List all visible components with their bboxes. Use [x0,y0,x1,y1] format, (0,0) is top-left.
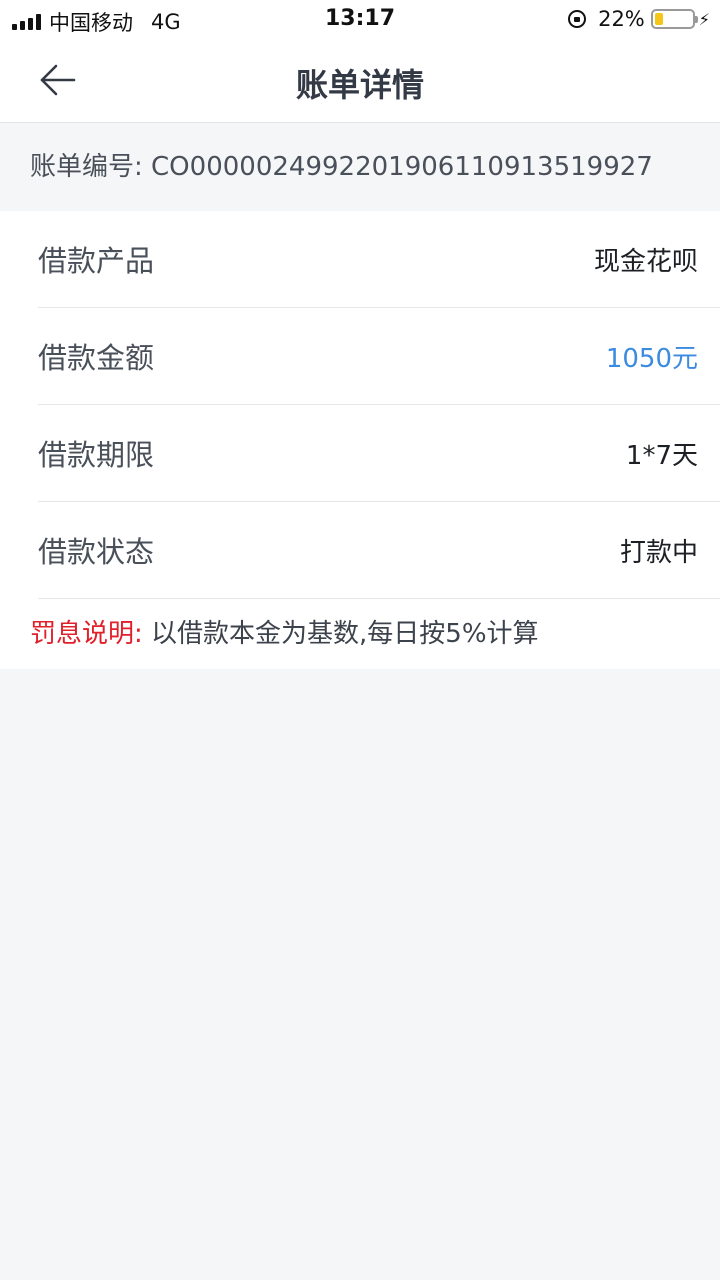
detail-row-product: 借款产品 现金花呗 [38,211,720,308]
nav-bar: 账单详情 [0,40,720,123]
detail-label: 借款状态 [38,535,155,569]
battery-fill [654,13,663,25]
battery-icon [650,9,698,29]
arrow-left-icon [40,64,76,96]
detail-value: 1*7天 [625,440,698,471]
penalty-text: 以借款本金为基数,每日按5%计算 [142,619,539,649]
status-right: 22% ⚡ [568,7,710,31]
bill-number-value: CO0000024992201906110913519927 [151,152,653,182]
bill-number: 账单编号: CO0000024992201906110913519927 [0,123,720,211]
detail-row-amount: 借款金额 1050元 [38,308,720,405]
detail-label: 借款期限 [38,438,155,472]
back-button[interactable] [36,58,80,102]
status-bar: 中国移动 4G 13:17 22% ⚡ [0,0,720,40]
charging-icon: ⚡ [698,9,710,29]
detail-value-amount: 1050元 [605,343,698,374]
detail-row-status: 借款状态 打款中 [38,502,720,599]
battery-percent: 22% [598,7,645,31]
detail-row-term: 借款期限 1*7天 [38,405,720,502]
page-title: 账单详情 [295,66,424,104]
detail-value: 打款中 [619,537,698,568]
detail-label: 借款金额 [38,341,155,375]
penalty-label: 罚息说明: [30,619,143,649]
detail-card: 借款产品 现金花呗 借款金额 1050元 借款期限 1*7天 借款状态 打款中 … [0,211,720,669]
detail-label: 借款产品 [38,244,155,278]
rotation-lock-icon [568,10,587,28]
bill-number-label: 账单编号: [30,152,152,182]
detail-value: 现金花呗 [593,246,698,277]
penalty-note: 罚息说明: 以借款本金为基数,每日按5%计算 [0,599,720,669]
